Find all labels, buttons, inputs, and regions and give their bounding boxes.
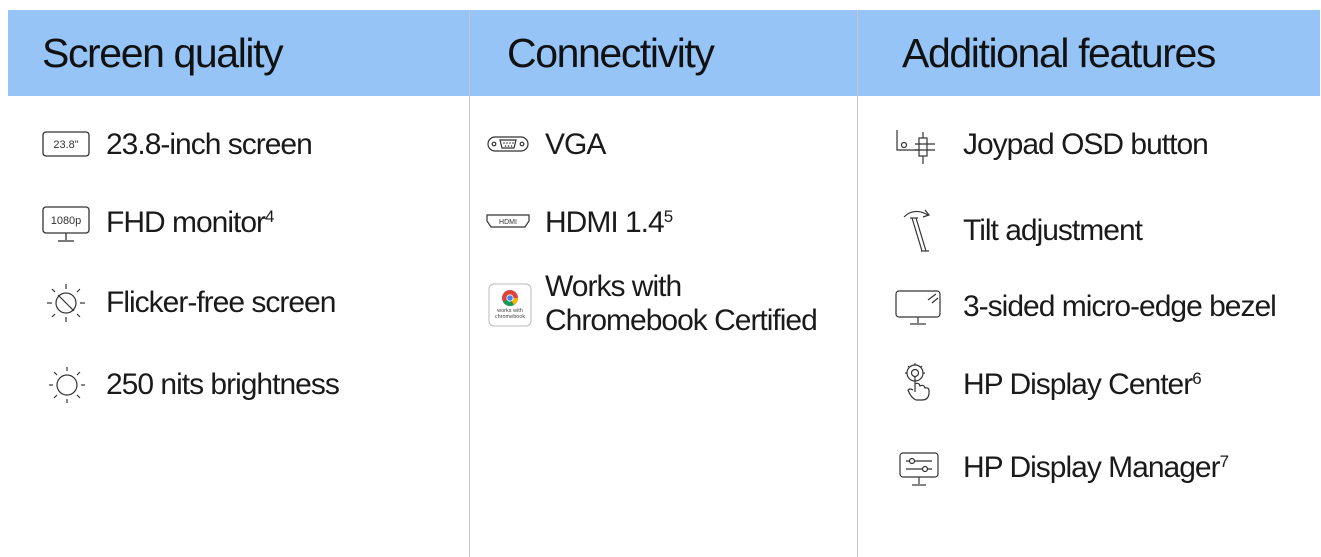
- feature-item-chromebook: Works with Chromebook Certified: [545, 270, 818, 338]
- brightness-sun-icon: [47, 365, 87, 405]
- feature-item-hdmi: HDMI 1.45: [545, 206, 673, 240]
- additional-features-title: Additional features: [902, 30, 1216, 76]
- feature-item-bezel: 3-sided micro-edge bezel: [963, 290, 1277, 324]
- chromebook-badge-text: works with chromebook: [494, 308, 526, 320]
- feature-label-line2: Chromebook Certified: [545, 304, 818, 337]
- feature-label: 250 nits brightness: [106, 368, 340, 401]
- feature-label: HP Display Manager: [963, 451, 1221, 484]
- feature-item-screen-size: 23.8-inch screen: [106, 128, 313, 162]
- hdmi-port-icon-text: HDMI: [499, 219, 517, 226]
- feature-label: HP Display Center: [963, 368, 1193, 401]
- screen-quality-title: Screen quality: [42, 30, 284, 76]
- feature-label: FHD monitor: [106, 206, 266, 239]
- tilt-icon: [898, 205, 942, 255]
- feature-label: Joypad OSD button: [963, 128, 1209, 161]
- feature-item-vga: VGA: [545, 128, 606, 162]
- hdmi-port-icon: HDMI: [486, 214, 530, 228]
- feature-item-flicker-free: Flicker-free screen: [106, 286, 336, 320]
- screen-size-icon: 23.8": [42, 131, 90, 157]
- feature-label: HDMI 1.4: [545, 206, 665, 239]
- column-divider: [469, 10, 470, 557]
- footnote-marker: 7: [1219, 452, 1230, 471]
- footnote-marker: 6: [1192, 369, 1202, 388]
- touch-gear-icon: [900, 362, 936, 402]
- screen-size-icon-text: 23.8": [53, 139, 78, 151]
- vga-port-icon: [487, 136, 529, 152]
- feature-item-fhd-monitor: FHD monitor4: [106, 206, 275, 240]
- flicker-free-icon: [45, 282, 87, 324]
- chromebook-certified-icon: works with chromebook: [488, 283, 532, 327]
- feature-label: 23.8-inch screen: [106, 128, 313, 161]
- feature-item-joypad: Joypad OSD button: [963, 128, 1209, 162]
- joypad-icon: [895, 128, 939, 166]
- feature-label: Tilt adjustment: [963, 214, 1143, 247]
- feature-item-tilt: Tilt adjustment: [963, 214, 1143, 248]
- monitor-1080p-icon: 1080p: [42, 206, 90, 244]
- feature-label: Flicker-free screen: [106, 286, 336, 319]
- feature-label-line1: Works with: [545, 270, 682, 303]
- micro-edge-bezel-icon: [894, 289, 942, 327]
- footnote-marker: 4: [265, 207, 275, 226]
- feature-item-display-center: HP Display Center6: [963, 368, 1202, 402]
- display-manager-icon: [898, 451, 940, 489]
- column-divider: [857, 10, 858, 557]
- feature-item-brightness: 250 nits brightness: [106, 368, 340, 402]
- connectivity-title: Connectivity: [507, 30, 715, 76]
- feature-label: 3-sided micro-edge bezel: [963, 290, 1277, 323]
- footnote-marker: 5: [663, 207, 674, 226]
- monitor-1080p-icon-text: 1080p: [51, 215, 82, 227]
- feature-label: VGA: [545, 128, 606, 161]
- feature-item-display-manager: HP Display Manager7: [963, 451, 1229, 485]
